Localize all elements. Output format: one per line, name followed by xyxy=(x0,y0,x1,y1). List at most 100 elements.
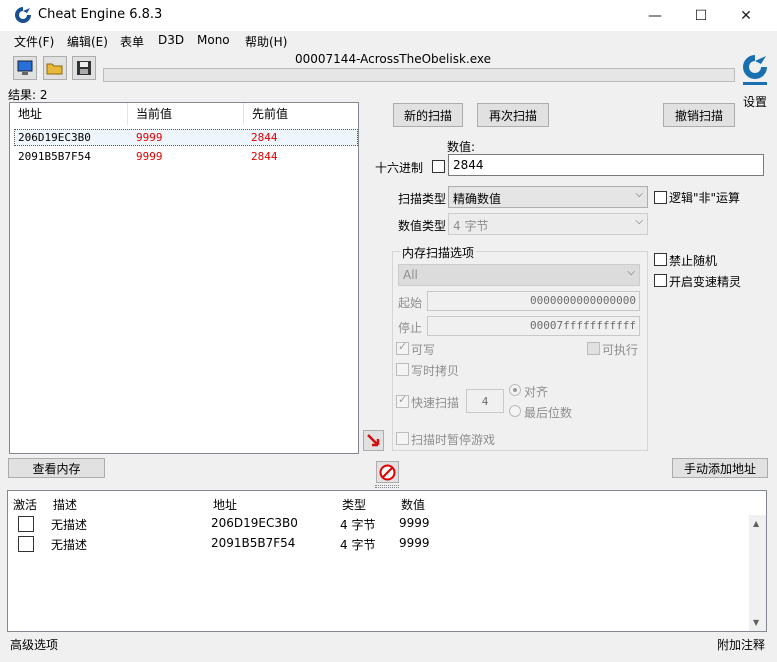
row-address: 206D19EC3B0 xyxy=(211,516,298,530)
start-address-input[interactable]: 0000000000000000 xyxy=(427,291,640,311)
settings-logo-icon[interactable] xyxy=(740,52,770,90)
add-to-list-button[interactable] xyxy=(363,430,384,451)
scan-type-label: 扫描类型 xyxy=(398,192,447,206)
active-checkbox[interactable] xyxy=(18,516,34,532)
maximize-button[interactable]: ☐ xyxy=(678,0,724,31)
floppy-disk-icon xyxy=(77,61,91,75)
title-bar: Cheat Engine 6.8.3 — ☐ ✕ xyxy=(0,0,777,31)
row-address: 2091B5B7F54 xyxy=(211,536,296,550)
menu-bar: 文件(F) 编辑(E) 表单 D3D Mono 帮助(H) xyxy=(0,31,777,51)
fast-scan-label: 快速扫描 xyxy=(411,396,460,410)
no-entry-icon xyxy=(379,464,396,480)
align-label: 对齐 xyxy=(524,385,549,399)
scroll-up-icon[interactable]: ▲ xyxy=(753,519,759,528)
view-memory-button[interactable]: 查看内存 xyxy=(8,458,105,478)
hex-label: 十六进制 xyxy=(375,161,424,175)
new-scan-button[interactable]: 新的扫描 xyxy=(393,103,463,127)
row-description: 无描述 xyxy=(51,518,88,532)
advanced-options-link[interactable]: 高级选项 xyxy=(10,636,58,653)
menu-edit[interactable]: 编辑(E) xyxy=(67,33,108,50)
result-previous: 2844 xyxy=(251,131,278,144)
scroll-down-icon[interactable]: ▼ xyxy=(753,618,759,627)
table-extras-link[interactable]: 附加注释 xyxy=(717,636,765,653)
settings-label[interactable]: 设置 xyxy=(743,93,767,110)
column-address[interactable]: 地址 xyxy=(213,496,237,513)
last-digits-radio[interactable] xyxy=(509,405,521,417)
column-description[interactable]: 描述 xyxy=(53,496,77,513)
undo-scan-button[interactable]: 撤销扫描 xyxy=(663,103,735,127)
column-value[interactable]: 数值 xyxy=(401,496,425,513)
result-previous: 2844 xyxy=(251,150,278,163)
window-title: Cheat Engine 6.8.3 xyxy=(38,7,163,22)
hex-checkbox[interactable] xyxy=(432,160,445,173)
table-row[interactable]: 无描述 2091B5B7F54 4 字节 9999 xyxy=(8,534,748,554)
process-name: 00007144-AcrossTheObelisk.exe xyxy=(295,52,491,66)
row-value: 9999 xyxy=(399,536,430,550)
save-button[interactable] xyxy=(72,56,96,80)
no-random-checkbox[interactable] xyxy=(654,253,667,266)
pause-game-label: 扫描时暂停游戏 xyxy=(411,433,496,447)
result-current: 9999 xyxy=(136,131,163,144)
column-address[interactable]: 地址 xyxy=(10,103,128,125)
computer-icon xyxy=(17,60,33,75)
writable-label: 可写 xyxy=(411,343,436,357)
value-input[interactable]: 2844 xyxy=(448,154,764,176)
pause-game-checkbox[interactable] xyxy=(396,432,409,445)
result-current: 9999 xyxy=(136,150,163,163)
column-type[interactable]: 类型 xyxy=(342,496,366,513)
column-current-value[interactable]: 当前值 xyxy=(128,103,244,125)
logic-not-label: 逻辑"非"运算 xyxy=(669,191,741,205)
cheat-engine-icon xyxy=(15,7,31,23)
column-active[interactable]: 激活 xyxy=(13,496,37,513)
value-type-label: 数值类型 xyxy=(398,219,447,233)
splitter-handle[interactable] xyxy=(375,485,399,488)
table-row[interactable]: 无描述 206D19EC3B0 4 字节 9999 xyxy=(8,514,748,534)
scan-results-list[interactable]: 地址 当前值 先前值 206D19EC3B0 9999 2844 2091B5B… xyxy=(9,102,359,454)
writable-checkbox[interactable] xyxy=(396,340,409,355)
clear-list-button[interactable] xyxy=(376,461,399,483)
menu-mono[interactable]: Mono xyxy=(197,33,230,47)
executable-checkbox[interactable] xyxy=(587,342,600,355)
menu-file[interactable]: 文件(F) xyxy=(14,33,54,50)
chevron-down-icon: ⌵ xyxy=(627,267,635,278)
speedhack-checkbox[interactable] xyxy=(654,274,667,287)
align-radio[interactable] xyxy=(509,384,521,396)
open-process-button[interactable] xyxy=(13,56,37,80)
last-digits-label: 最后位数 xyxy=(524,406,573,420)
scan-type-select[interactable]: 精确数值 ⌵ xyxy=(448,186,648,208)
value-type-select[interactable]: 4 字节 ⌵ xyxy=(448,213,648,235)
copy-on-write-checkbox[interactable] xyxy=(396,363,409,376)
column-previous-value[interactable]: 先前值 xyxy=(244,103,358,125)
open-file-button[interactable] xyxy=(43,56,67,80)
menu-table[interactable]: 表单 xyxy=(120,33,144,50)
active-checkbox[interactable] xyxy=(18,536,34,552)
menu-d3d[interactable]: D3D xyxy=(158,33,184,47)
memory-region-select[interactable]: All ⌵ xyxy=(398,264,640,286)
folder-icon xyxy=(46,63,63,75)
row-description: 无描述 xyxy=(51,538,88,552)
next-scan-button[interactable]: 再次扫描 xyxy=(477,103,549,127)
add-address-manually-button[interactable]: 手动添加地址 xyxy=(672,458,768,478)
menu-help[interactable]: 帮助(H) xyxy=(245,33,287,50)
stop-address-input[interactable]: 00007fffffffffff xyxy=(427,316,640,336)
close-button[interactable]: ✕ xyxy=(723,0,769,31)
scan-progress-bar xyxy=(103,68,735,82)
minimize-button[interactable]: — xyxy=(632,0,678,31)
start-label: 起始 xyxy=(398,296,423,310)
result-row[interactable]: 206D19EC3B0 9999 2844 xyxy=(14,129,358,146)
speedhack-label: 开启变速精灵 xyxy=(669,275,742,289)
logic-not-checkbox[interactable] xyxy=(654,191,667,204)
address-list[interactable]: 激活 描述 地址 类型 数值 无描述 206D19EC3B0 4 字节 9999… xyxy=(7,490,767,632)
scan-type-value: 精确数值 xyxy=(453,192,502,206)
row-type: 4 字节 xyxy=(340,518,376,532)
fast-scan-value-input[interactable]: 4 xyxy=(466,389,504,413)
value-label: 数值: xyxy=(447,140,476,154)
fast-scan-checkbox[interactable] xyxy=(396,393,409,408)
result-row[interactable]: 2091B5B7F54 9999 2844 xyxy=(14,149,358,166)
chevron-down-icon: ⌵ xyxy=(635,216,643,227)
row-type: 4 字节 xyxy=(340,538,376,552)
value-type-value: 4 字节 xyxy=(453,219,489,233)
row-value: 9999 xyxy=(399,516,430,530)
vertical-scrollbar[interactable]: ▲ ▼ xyxy=(749,515,766,631)
results-count: 结果: 2 xyxy=(8,88,48,102)
